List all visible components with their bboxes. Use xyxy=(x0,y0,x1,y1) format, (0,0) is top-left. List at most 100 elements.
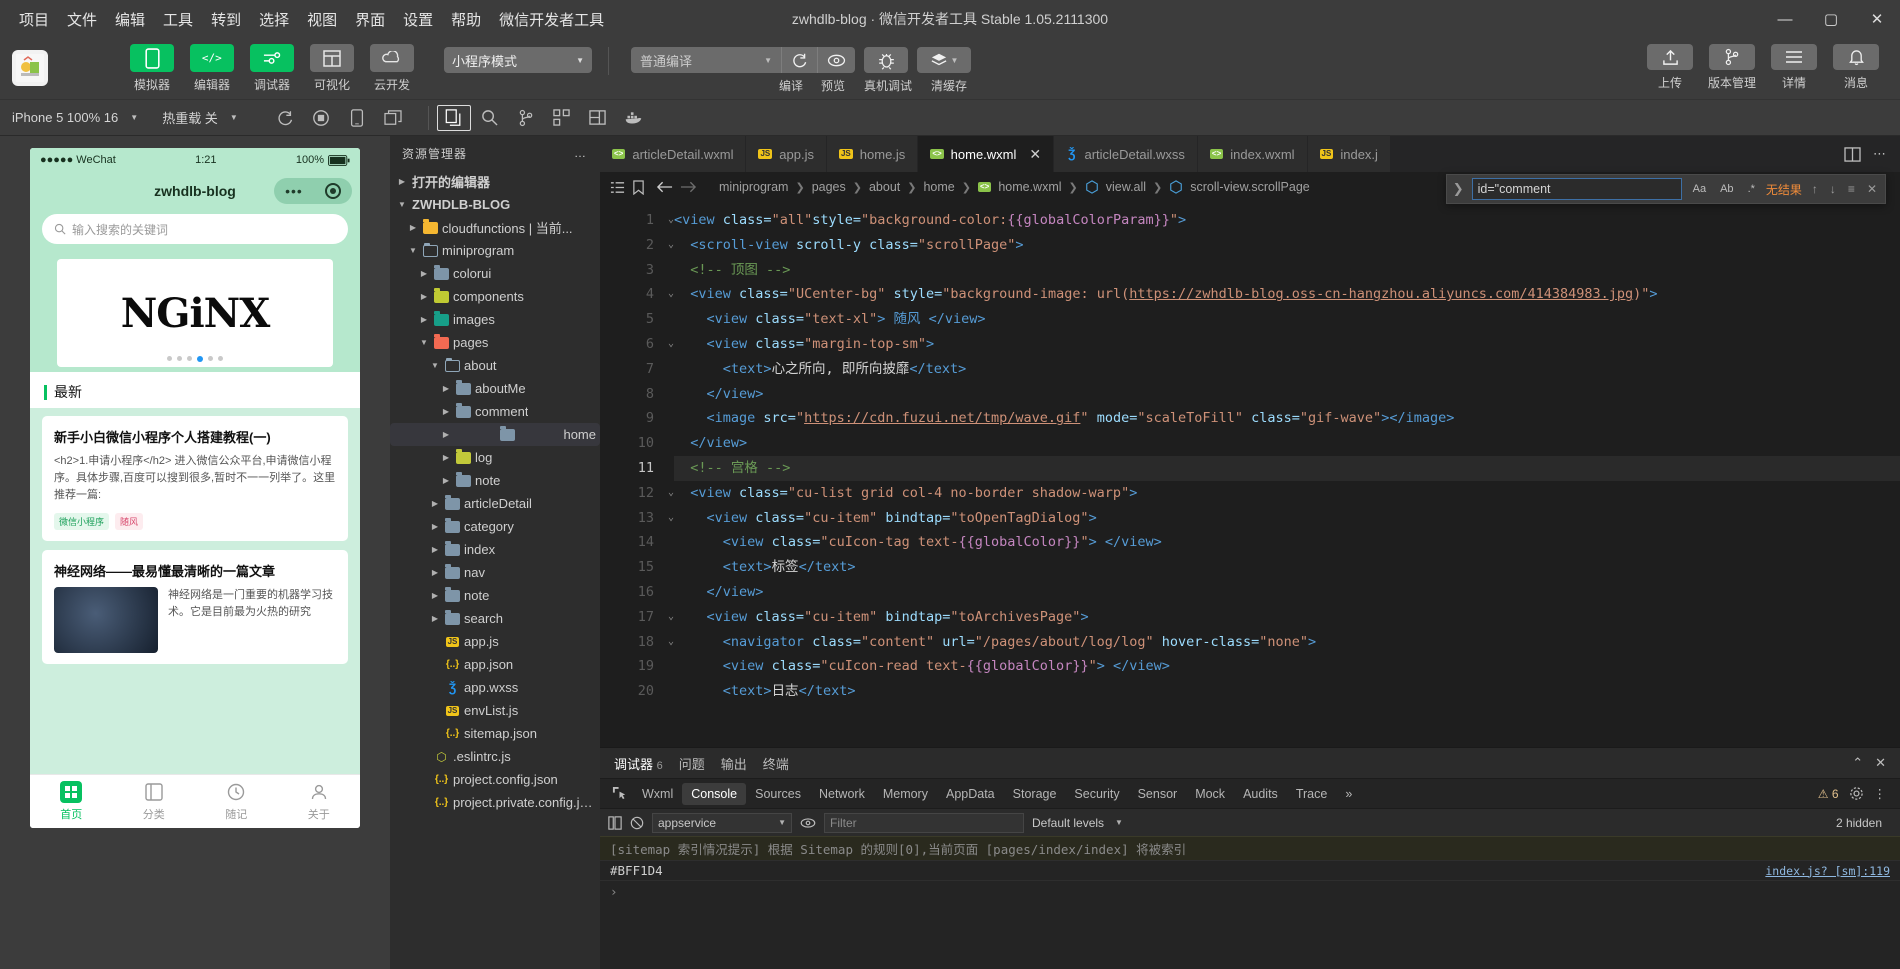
tree-item-note[interactable]: ▶ note xyxy=(390,469,600,492)
tree-item-cloudfunctions-----...[interactable]: ▶ cloudfunctions | 当前... xyxy=(390,216,600,239)
devtools-tab-audits[interactable]: Audits xyxy=(1234,783,1287,805)
chevron-down-icon[interactable]: ▼ xyxy=(429,361,441,370)
devtools-overflow[interactable]: » xyxy=(1336,783,1361,805)
tree-item-nav[interactable]: ▶ nav xyxy=(390,561,600,584)
block-icon[interactable] xyxy=(630,816,644,830)
outline-icon[interactable] xyxy=(610,180,625,195)
menu-item-2[interactable]: 编辑 xyxy=(106,5,154,34)
find-next-button[interactable]: ↓ xyxy=(1828,182,1838,196)
chevron-right-icon[interactable]: ▶ xyxy=(429,499,441,508)
toolbar-right-版本管理[interactable]: 版本管理 xyxy=(1706,44,1758,91)
debugger-tab-输出[interactable]: 输出 xyxy=(721,754,747,773)
branch-icon[interactable] xyxy=(509,105,543,131)
devtools-tab-sources[interactable]: Sources xyxy=(746,783,810,805)
collapse-icon[interactable]: ⌃ xyxy=(1852,755,1863,771)
find-in-selection-button[interactable]: ≡ xyxy=(1846,182,1857,196)
preview-button[interactable] xyxy=(817,47,855,73)
refresh-icon[interactable] xyxy=(268,105,302,131)
tree-item-category[interactable]: ▶ category xyxy=(390,515,600,538)
devtools-tab-sensor[interactable]: Sensor xyxy=(1129,783,1187,805)
menu-item-4[interactable]: 转到 xyxy=(202,5,250,34)
editor-tab-home.js[interactable]: JS home.js xyxy=(826,136,919,172)
console-context-select[interactable]: appservice ▼ xyxy=(652,812,792,833)
editor-tab-articleDetail.wxml[interactable]: <> articleDetail.wxml xyxy=(600,136,747,172)
chevron-right-icon[interactable]: ▶ xyxy=(440,476,452,485)
code-editor[interactable]: 1 ⌄ 2 ⌄ 3 4 ⌄ 5 6 ⌄ 7 8 9 10 11 12 ⌄ 13 ⌄ 14 15 16 17 ⌄ 18 ⌄ 19 20 … xyxy=(600,202,1900,747)
fold-icon[interactable]: ⌄ xyxy=(668,506,674,531)
editor-tab-index.wxml[interactable]: <> index.wxml xyxy=(1197,136,1308,172)
tree-item-pages[interactable]: ▼ pages xyxy=(390,331,600,354)
more-icon[interactable]: … xyxy=(574,146,588,160)
project-root[interactable]: ▼ ZWHDLB-BLOG xyxy=(390,193,600,216)
chevron-right-icon[interactable]: ▶ xyxy=(429,591,441,600)
tab-notes[interactable]: 随记 xyxy=(195,775,278,828)
toolbar-button-可视化[interactable]: 可视化 xyxy=(306,44,358,93)
tree-item-colorui[interactable]: ▶ colorui xyxy=(390,262,600,285)
tree-item-articledetail[interactable]: ▶ articleDetail xyxy=(390,492,600,515)
toolbar-right-消息[interactable]: 消息 xyxy=(1830,44,1882,91)
find-input[interactable]: id="comment xyxy=(1471,178,1682,200)
tree-item-envlist.js[interactable]: JS envList.js xyxy=(390,699,600,722)
tree-item-miniprogram[interactable]: ▼ miniprogram xyxy=(390,239,600,262)
menu-item-6[interactable]: 视图 xyxy=(298,5,346,34)
console-levels-select[interactable]: Default levels ▼ xyxy=(1032,816,1123,830)
debugger-tab-调试器[interactable]: 调试器 6 xyxy=(614,754,663,773)
inspect-element-icon[interactable] xyxy=(606,782,633,805)
chevron-right-icon[interactable]: ▶ xyxy=(440,407,452,416)
device-select[interactable]: iPhone 5 100% 16 ▼ xyxy=(0,110,150,125)
fold-icon[interactable]: ⌄ xyxy=(668,233,674,258)
regex-toggle[interactable]: .* xyxy=(1745,182,1758,196)
chevron-right-icon[interactable]: ▶ xyxy=(429,614,441,623)
eye-icon[interactable] xyxy=(800,817,816,829)
close-icon[interactable]: ✕ xyxy=(1029,146,1041,163)
search-icon[interactable] xyxy=(473,105,507,131)
tree-item-app.json[interactable]: {..} app.json xyxy=(390,653,600,676)
toolbar-button-云开发[interactable]: 云开发 xyxy=(366,44,418,93)
toolbar-button-模拟器[interactable]: 模拟器 xyxy=(126,44,178,93)
chevron-right-icon[interactable]: ▶ xyxy=(407,223,419,232)
fold-icon[interactable]: ⌄ xyxy=(668,605,674,630)
miniprogram-mode-select[interactable]: 小程序模式 ▼ xyxy=(444,47,592,73)
chevron-down-icon[interactable]: ▼ xyxy=(407,246,419,255)
devtools-tab-mock[interactable]: Mock xyxy=(1186,783,1234,805)
tree-item-log[interactable]: ▶ log xyxy=(390,446,600,469)
editor-tab-index.j[interactable]: JS index.j xyxy=(1307,136,1391,172)
devtools-tab-trace[interactable]: Trace xyxy=(1287,783,1337,805)
devtools-tab-wxml[interactable]: Wxml xyxy=(633,783,682,805)
tree-item-about[interactable]: ▼ about xyxy=(390,354,600,377)
stop-icon[interactable] xyxy=(304,105,338,131)
realdevice-debug-button[interactable] xyxy=(864,47,908,73)
more-icon[interactable]: ⋯ xyxy=(1873,146,1886,162)
fold-icon[interactable]: ⌄ xyxy=(668,282,674,307)
console-prompt[interactable]: › xyxy=(600,881,1900,902)
find-close-button[interactable]: ✕ xyxy=(1865,182,1879,196)
toolbar-button-调试器[interactable]: 调试器 xyxy=(246,44,298,93)
tree-item-app.wxss[interactable]: Ǯapp.wxss xyxy=(390,676,600,699)
devtools-tab-memory[interactable]: Memory xyxy=(874,783,937,805)
menu-item-5[interactable]: 选择 xyxy=(250,5,298,34)
chevron-right-icon[interactable]: ▶ xyxy=(418,292,430,301)
debugger-tab-问题[interactable]: 问题 xyxy=(679,754,705,773)
editor-tab-articleDetail.wxss[interactable]: ǮarticleDetail.wxss xyxy=(1054,136,1198,172)
devtools-tab-console[interactable]: Console xyxy=(682,782,747,805)
tree-item-components[interactable]: ▶ components xyxy=(390,285,600,308)
file-tree[interactable]: ▶ 打开的编辑器 ▼ ZWHDLB-BLOG ▶ cloudfunctions |… xyxy=(390,170,600,969)
whole-word-toggle[interactable]: Ab xyxy=(1717,182,1736,196)
devtools-tab-appdata[interactable]: AppData xyxy=(937,783,1004,805)
console-output[interactable]: [sitemap 索引情况提示] 根据 Sitemap 的规则[0],当前页面 … xyxy=(600,836,1900,969)
tree-item-comment[interactable]: ▶ comment xyxy=(390,400,600,423)
tree-item-note[interactable]: ▶ note xyxy=(390,584,600,607)
tab-category[interactable]: 分类 xyxy=(113,775,196,828)
code-content[interactable]: <view class="all"style="background-color… xyxy=(662,202,1900,747)
menu-item-0[interactable]: 项目 xyxy=(10,5,58,34)
tree-item-sitemap.json[interactable]: {..} sitemap.json xyxy=(390,722,600,745)
compile-select[interactable]: 普通编译 ▼ xyxy=(631,47,781,73)
close-icon[interactable]: ✕ xyxy=(1875,755,1886,771)
chevron-right-icon[interactable]: ▶ xyxy=(440,453,452,462)
console-source-link[interactable]: index.js? [sm]:119 xyxy=(1765,864,1890,878)
clear-console-icon[interactable] xyxy=(608,815,622,830)
menu-item-7[interactable]: 界面 xyxy=(346,5,394,34)
tree-item-index[interactable]: ▶ index xyxy=(390,538,600,561)
toolbar-right-上传[interactable]: 上传 xyxy=(1644,44,1696,91)
devtools-tab-network[interactable]: Network xyxy=(810,783,874,805)
